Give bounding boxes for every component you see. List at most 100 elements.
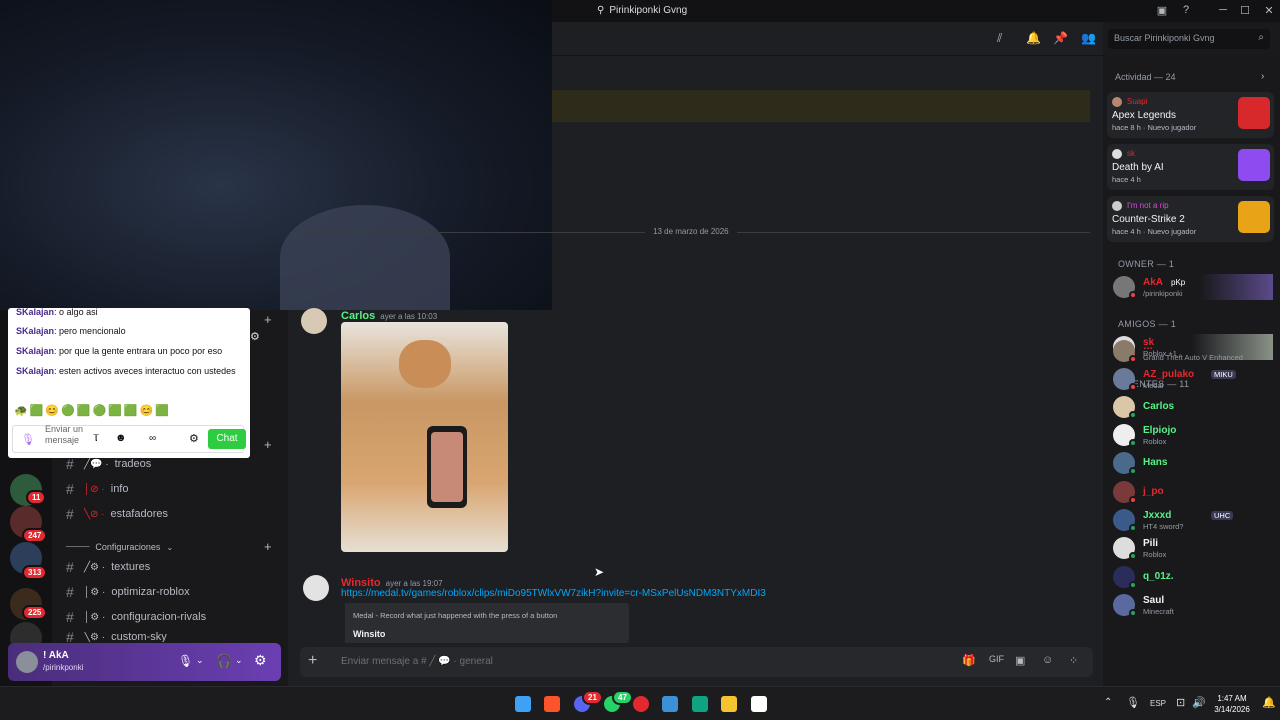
gear-icon: ╱⚙ · — [84, 561, 106, 573]
member-row[interactable]: Saul Minecraft — [1111, 592, 1273, 618]
member-list: Actividad — 24 › Suapi Apex Legends hace… — [1103, 56, 1280, 686]
hash-icon: # — [66, 481, 74, 497]
chat-line: SKalajan: por que la gente entrara un po… — [16, 346, 223, 356]
chatgpt-icon[interactable] — [692, 696, 708, 712]
headphones-icon[interactable]: 🎧 — [216, 653, 232, 669]
member-row[interactable]: AZ_pulako MIKU Medal — [1111, 366, 1273, 392]
notepad-icon[interactable] — [662, 696, 678, 712]
category-configuraciones[interactable]: ─── Configuraciones ⌄ — [66, 537, 173, 557]
volume-icon[interactable]: 🔊 — [1192, 696, 1206, 709]
member-row[interactable]: q_01z. — [1111, 564, 1273, 590]
microphone-icon[interactable]: 🎙 — [178, 654, 193, 668]
message-composer[interactable]: + Enviar mensaje a # ╱ 💬 · general 🎁 GIF… — [300, 647, 1093, 677]
folder-icon[interactable] — [721, 696, 737, 712]
channel-custom-sky[interactable]: # ╲⚙ · custom-sky — [66, 632, 167, 642]
pin-icon[interactable]: 📌 — [1053, 31, 1068, 45]
chevron-down-icon[interactable]: ⌄ — [235, 655, 243, 666]
translate-icon[interactable]: Ⲧ — [93, 433, 99, 444]
unread-badge: 225 — [22, 605, 48, 620]
status-dot — [1129, 552, 1137, 560]
chat-send-button[interactable]: Chat — [208, 429, 246, 449]
brave-icon[interactable] — [544, 696, 560, 712]
app-icon[interactable] — [751, 696, 767, 712]
member-list-icon[interactable]: 👥 — [1081, 31, 1096, 45]
user-tag: /pirinkponki — [43, 663, 84, 672]
user-panel: ! AkA /pirinkponki 🎙 ⌄ 🎧 ⌄ ⚙ — [8, 643, 281, 681]
user-settings-icon[interactable]: ⚙ — [254, 652, 267, 669]
language-indicator[interactable]: ESP — [1150, 699, 1166, 708]
status-dot — [1129, 609, 1137, 617]
hash-icon: # — [66, 506, 74, 522]
bell-icon[interactable]: 🔔 — [1026, 31, 1041, 45]
member-row[interactable]: … Grand Theft Auto V Enhanced — [1111, 338, 1273, 364]
stream-chat-overlay: SKalajan: o algo asi SKalajan: pero menc… — [8, 307, 250, 458]
author-name[interactable]: Carlos — [341, 310, 375, 322]
threads-icon[interactable]: ⫽ — [997, 31, 1002, 46]
blocked-icon: │⊘ · — [84, 483, 105, 495]
add-channel-icon[interactable]: + — [264, 312, 272, 327]
loop-icon[interactable]: ∞ — [149, 433, 156, 444]
gear-icon: ╲⚙ · — [84, 632, 106, 642]
status-dot — [1129, 383, 1137, 391]
maximize-button[interactable]: ☐ — [1237, 4, 1253, 17]
network-icon[interactable]: ⊡ — [1176, 696, 1185, 709]
close-button[interactable]: ✕ — [1261, 4, 1277, 17]
youtube-icon[interactable] — [633, 696, 649, 712]
clock[interactable]: 1:47 AM 3/14/2026 — [1212, 693, 1252, 715]
sticker-icon[interactable]: ▣ — [1015, 654, 1025, 667]
chevron-up-icon[interactable]: ⌃ — [1104, 697, 1112, 708]
avatar[interactable] — [16, 651, 38, 673]
apps-icon[interactable]: ⁘ — [1069, 654, 1078, 667]
add-channel-icon[interactable]: + — [264, 437, 272, 452]
message-link[interactable]: https://medal.tv/games/roblox/clips/miDo… — [341, 588, 766, 599]
date-divider: 13 de marzo de 2026 — [300, 226, 1090, 238]
notification-icon[interactable]: 🔔 — [1262, 696, 1276, 709]
status-dot — [1129, 467, 1137, 475]
gift-icon[interactable]: 🎁 — [962, 654, 976, 667]
activity-card[interactable]: sk Death by AI hace 4 h — [1107, 144, 1274, 190]
start-icon[interactable] — [515, 696, 531, 712]
overlay-input[interactable]: 🎙 Enviar un mensaje Ⲧ ☻ ∞ ⚙ Chat — [12, 424, 246, 453]
gear-icon: │⚙ · — [84, 586, 106, 598]
minimize-button[interactable]: ─ — [1215, 4, 1231, 16]
member-row[interactable]: Carlos — [1111, 394, 1273, 420]
cat-head — [399, 340, 451, 388]
add-attachment-icon[interactable]: + — [308, 652, 317, 670]
settings-icon[interactable]: ⚙ — [250, 330, 260, 343]
avatar[interactable] — [301, 308, 327, 334]
help-icon[interactable]: ? — [1178, 4, 1194, 16]
gif-icon[interactable]: GIF — [989, 654, 1004, 664]
emote-bar[interactable]: 🐢🟩😊🟢🟩🟢🟩🟩😊🟩 — [14, 404, 171, 417]
composer-input[interactable]: Enviar mensaje a # ╱ 💬 · general — [341, 656, 493, 667]
microphone-icon[interactable]: 🎙 — [21, 433, 35, 446]
channel-configuracion-rivals[interactable]: # │⚙ · configuracion-rivals — [66, 607, 206, 627]
avatar[interactable] — [303, 575, 329, 601]
member-row[interactable]: Pili Roblox — [1111, 535, 1273, 561]
activity-card[interactable]: Suapi Apex Legends hace 8 h · Nuevo juga… — [1107, 92, 1274, 138]
channel-estafadores[interactable]: # ╲⊘ · estafadores — [66, 504, 168, 524]
notice-banner — [551, 90, 1090, 122]
chevron-right-icon[interactable]: › — [1261, 71, 1264, 82]
status-dot — [1129, 355, 1137, 363]
microphone-icon[interactable]: 🎙 — [1126, 696, 1140, 709]
member-row[interactable]: Elpiojo Roblox — [1111, 422, 1273, 448]
channel-textures[interactable]: # ╱⚙ · textures — [66, 557, 150, 577]
gear-icon[interactable]: ⚙ — [189, 432, 199, 445]
activity-header: Actividad — 24 — [1115, 72, 1176, 82]
channel-info[interactable]: # │⊘ · info — [66, 479, 129, 499]
member-row[interactable]: AkA pKp /pirinkiponki — [1111, 274, 1273, 300]
message-image[interactable] — [341, 322, 508, 552]
member-row[interactable]: Hans — [1111, 450, 1273, 476]
member-row[interactable]: Jxxxd UHC HT4 sword? — [1111, 507, 1273, 533]
group-header: OWNER — 1 — [1118, 259, 1175, 269]
add-channel-icon[interactable]: + — [264, 539, 272, 554]
search-input[interactable]: Buscar Pirinkiponki Gvng ⌕ — [1108, 29, 1270, 49]
channel-optimizar-roblox[interactable]: # │⚙ · optimizar-roblox — [66, 582, 190, 602]
emoji-icon[interactable]: ☺ — [1042, 654, 1053, 666]
message-header: Carlos ayer a las 10:03 — [341, 308, 437, 322]
member-row[interactable]: j_po — [1111, 479, 1273, 505]
inbox-icon[interactable]: ▣ — [1154, 4, 1170, 17]
activity-card[interactable]: I'm not a rip Counter-Strike 2 hace 4 h … — [1107, 196, 1274, 242]
chevron-down-icon[interactable]: ⌄ — [196, 655, 204, 666]
emoji-icon[interactable]: ☻ — [115, 432, 127, 444]
